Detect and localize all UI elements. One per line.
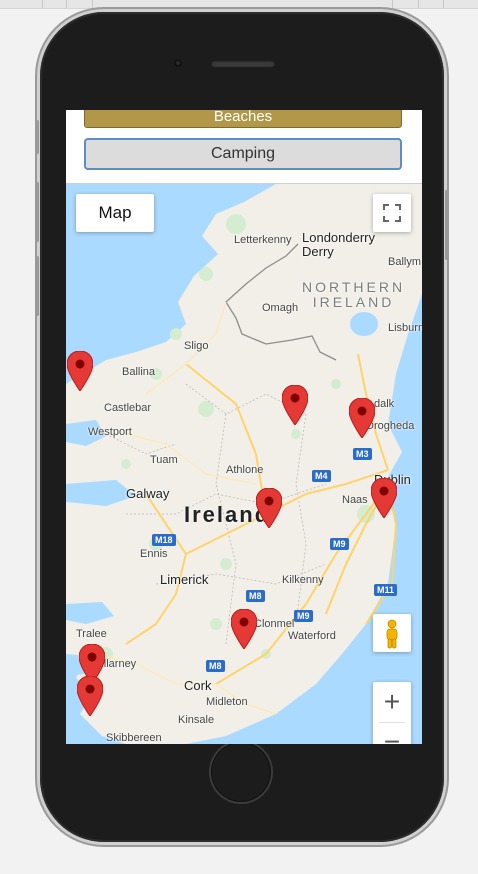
place-skibbereen: Skibbereen	[106, 732, 162, 744]
zoom-out-button[interactable]: −	[373, 724, 411, 744]
map-marker[interactable]	[256, 488, 282, 528]
place-ennis: Ennis	[140, 548, 168, 560]
road-shield: M8	[206, 660, 225, 672]
place-londonderry: Londonderry	[302, 230, 375, 245]
google-map[interactable]: Letterkenny Londonderry Derry Ballym NOR…	[66, 184, 422, 744]
place-galway: Galway	[126, 486, 170, 501]
road-shield: M8	[246, 590, 265, 602]
volume-down-button	[36, 256, 39, 316]
place-kinsale: Kinsale	[178, 714, 215, 726]
place-sligo: Sligo	[184, 340, 209, 352]
place-kilkenny: Kilkenny	[282, 574, 324, 586]
phone-screen: Beaches Camping Letterkenny Londonderry …	[66, 110, 422, 744]
zoom-divider	[379, 722, 405, 723]
place-castlebar: Castlebar	[104, 402, 152, 414]
place-naas: Naas	[342, 494, 368, 506]
street-view-button[interactable]	[373, 614, 411, 652]
place-dundalk: dalk	[374, 398, 395, 410]
place-derry: Derry	[302, 244, 334, 259]
power-button	[445, 190, 448, 260]
fullscreen-icon	[383, 204, 401, 222]
road-shield: M9	[294, 610, 313, 622]
road-shield: M3	[353, 448, 372, 460]
place-lisburn: Lisburn	[388, 322, 422, 334]
road-shield: M9	[330, 538, 349, 550]
pegman-icon	[386, 619, 398, 649]
road-shield: M18	[152, 534, 176, 546]
place-limerick: Limerick	[160, 572, 209, 587]
road-shield: M11	[374, 584, 398, 596]
map-marker[interactable]	[231, 609, 257, 649]
front-camera	[174, 59, 182, 67]
place-ballina: Ballina	[122, 366, 156, 378]
beaches-button[interactable]: Beaches	[84, 110, 402, 128]
place-westport: Westport	[88, 426, 132, 438]
place-cork: Cork	[184, 678, 212, 693]
volume-up-button	[36, 182, 39, 242]
place-tuam: Tuam	[150, 454, 178, 466]
map-type-control[interactable]: Map	[76, 194, 154, 232]
region-northern-ireland: NORTHERN IRELAND	[302, 279, 406, 310]
place-letterkenny: Letterkenny	[234, 234, 292, 246]
road-shield: M4	[312, 470, 331, 482]
fullscreen-button[interactable]	[373, 194, 411, 232]
zoom-control: + −	[373, 682, 411, 744]
map-marker[interactable]	[282, 385, 308, 425]
place-omagh: Omagh	[262, 302, 299, 314]
place-midleton: Midleton	[206, 696, 248, 708]
home-button[interactable]	[211, 742, 271, 802]
place-tralee: Tralee	[76, 628, 107, 640]
place-clonmel: Clonmel	[254, 618, 295, 630]
map-marker[interactable]	[77, 676, 103, 716]
place-ballym: Ballym	[388, 256, 422, 268]
map-marker[interactable]	[67, 351, 93, 391]
place-waterford: Waterford	[288, 630, 336, 642]
mute-switch	[36, 120, 39, 154]
earpiece-speaker	[211, 60, 275, 67]
map-marker[interactable]	[371, 478, 397, 518]
zoom-in-button[interactable]: +	[373, 684, 411, 720]
browser-top-strip	[0, 0, 478, 9]
camping-button[interactable]: Camping	[84, 138, 402, 170]
map-marker[interactable]	[349, 398, 375, 438]
place-athlone: Athlone	[226, 464, 264, 476]
